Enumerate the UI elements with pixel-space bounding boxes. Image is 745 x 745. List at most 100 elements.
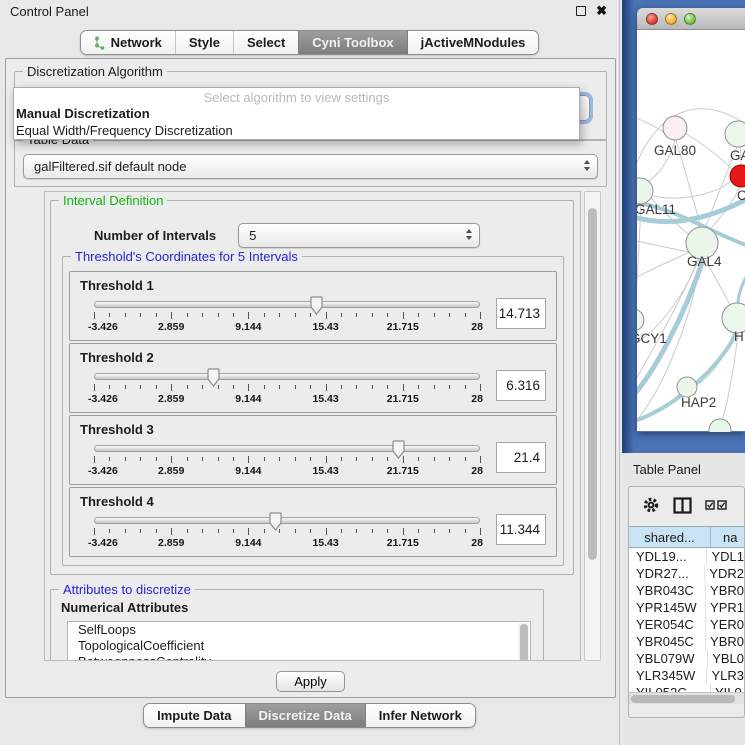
table-row[interactable]: YDR27...YDR2 [629, 565, 744, 582]
tab-discretize-data[interactable]: Discretize Data [245, 704, 365, 727]
threshold-slider[interactable]: -3.4262.8599.14415.4321.71528 [94, 296, 480, 338]
tick-mark [449, 529, 450, 533]
network-node[interactable] [709, 419, 731, 432]
tab-impute-data[interactable]: Impute Data [144, 704, 244, 727]
slider-track[interactable] [94, 373, 480, 380]
float-window-icon[interactable] [576, 6, 586, 16]
apply-button[interactable]: Apply [276, 671, 345, 692]
slider-thumb[interactable] [267, 512, 284, 532]
tick-mark [434, 529, 435, 533]
network-canvas[interactable]: GAL80GALCGAL11GAL4GCY1HHAP2 [637, 30, 745, 431]
node-label: GCY1 [637, 331, 667, 346]
attribute-item[interactable]: BetweennessCentrality [68, 654, 530, 661]
tick-mark [264, 457, 265, 461]
numerical-attributes-list[interactable]: SelfLoopsTopologicalCoefficientBetweenne… [67, 621, 531, 661]
threshold-slider[interactable]: -3.4262.8599.14415.4321.71528 [94, 512, 480, 554]
tab-select[interactable]: Select [233, 31, 298, 54]
column-header-name[interactable]: na [711, 527, 744, 547]
column-view-icon[interactable] [673, 497, 692, 514]
number-of-intervals-combobox[interactable]: 5 [238, 223, 480, 248]
tick-mark [218, 313, 219, 317]
table-row[interactable]: YIL052CYIL0 [629, 684, 744, 692]
table-data-combobox[interactable]: galFiltered.sif default node [23, 154, 598, 179]
table-row[interactable]: YLR345WYLR3 [629, 667, 744, 684]
tick-label: 21.715 [387, 393, 419, 405]
zoom-traffic-light-icon[interactable] [684, 13, 696, 25]
table-row[interactable]: YBR045CYBR0 [629, 633, 744, 650]
network-node-hap2[interactable] [677, 377, 697, 397]
threshold-label: Threshold 4 [80, 494, 546, 509]
cell-shared-name: YLR345W [629, 667, 707, 684]
attributes-group: Attributes to discretize Numerical Attri… [50, 589, 544, 661]
network-edge[interactable] [637, 240, 689, 252]
slider-thumb[interactable] [390, 440, 407, 460]
slider-track[interactable] [94, 445, 480, 452]
table-row[interactable]: YDL19...YDL1 [629, 548, 744, 565]
tick-label: 15.43 [312, 537, 338, 549]
table-row[interactable]: YBL079WYBL0 [629, 650, 744, 667]
tick-mark [94, 456, 95, 463]
table-row[interactable]: YBR043CYBR0 [629, 582, 744, 599]
tick-mark [279, 385, 280, 389]
node-label: H [734, 329, 744, 344]
network-node-gal[interactable] [725, 121, 745, 147]
tab-network[interactable]: Network [81, 31, 175, 54]
algorithm-option[interactable]: Manual Discretization [14, 105, 579, 122]
tick-label: 21.715 [387, 465, 419, 477]
gear-icon[interactable] [642, 496, 660, 514]
close-icon[interactable]: ✖ [596, 5, 607, 17]
tick-mark [109, 313, 110, 317]
tick-mark [341, 529, 342, 533]
tick-mark [449, 385, 450, 389]
column-header-shared-name[interactable]: shared... [629, 527, 711, 547]
tab-style[interactable]: Style [175, 31, 233, 54]
slider-track[interactable] [94, 301, 480, 308]
network-node-gal80[interactable] [663, 116, 687, 140]
network-edge-highlighted[interactable] [637, 260, 703, 398]
network-node-gal11[interactable] [637, 178, 653, 204]
attributes-list-scrollbar[interactable] [518, 623, 529, 661]
slider-thumb[interactable] [308, 296, 325, 316]
tick-mark [372, 313, 373, 317]
network-node-gcy1[interactable] [637, 309, 644, 331]
close-traffic-light-icon[interactable] [646, 13, 658, 25]
minimize-traffic-light-icon[interactable] [665, 13, 677, 25]
cell-name: YBL0 [708, 650, 744, 667]
network-edge[interactable] [637, 250, 693, 280]
tab-jactivemnodules[interactable]: jActiveMNodules [407, 31, 539, 54]
threshold-slider-row: -3.4262.8599.14415.4321.715286.316 [80, 368, 546, 410]
threshold-panel-2: Threshold 2-3.4262.8599.14415.4321.71528… [69, 343, 557, 413]
table-horizontal-scrollbar[interactable] [629, 692, 744, 704]
threshold-value-field[interactable]: 14.713 [496, 298, 546, 329]
slider-track[interactable] [94, 517, 480, 524]
tab-cyni-toolbox[interactable]: Cyni Toolbox [298, 31, 406, 54]
tick-mark [140, 529, 141, 533]
tick-label: 15.43 [312, 465, 338, 477]
threshold-value-field[interactable]: 6.316 [496, 370, 546, 401]
slider-thumb[interactable] [205, 368, 222, 388]
threshold-slider[interactable]: -3.4262.8599.14415.4321.71528 [94, 440, 480, 482]
tick-mark [341, 457, 342, 461]
threshold-value-field[interactable]: 11.344 [496, 514, 546, 545]
table-row[interactable]: YER054CYER0 [629, 616, 744, 633]
tick-mark [449, 457, 450, 461]
network-node-c[interactable] [730, 165, 745, 187]
checkbox-icon [717, 500, 727, 510]
attribute-item[interactable]: SelfLoops [68, 622, 530, 638]
settings-scrollbar[interactable] [584, 191, 601, 661]
tick-mark [326, 384, 327, 391]
tick-mark [125, 313, 126, 317]
select-columns-icon[interactable] [705, 500, 727, 510]
threshold-label: Threshold 2 [80, 350, 546, 365]
tick-mark [295, 529, 296, 533]
tick-label: 15.43 [312, 393, 338, 405]
attribute-item[interactable]: TopologicalCoefficient [68, 638, 530, 654]
threshold-value-field[interactable]: 21.4 [496, 442, 546, 473]
algorithm-option[interactable]: Equal Width/Frequency Discretization [14, 122, 579, 139]
threshold-slider[interactable]: -3.4262.8599.14415.4321.71528 [94, 368, 480, 410]
tick-mark [248, 528, 249, 535]
tick-mark [310, 529, 311, 533]
threshold-slider-row: -3.4262.8599.14415.4321.7152821.4 [80, 440, 546, 482]
tab-infer-network[interactable]: Infer Network [365, 704, 475, 727]
table-row[interactable]: YPR145WYPR1 [629, 599, 744, 616]
